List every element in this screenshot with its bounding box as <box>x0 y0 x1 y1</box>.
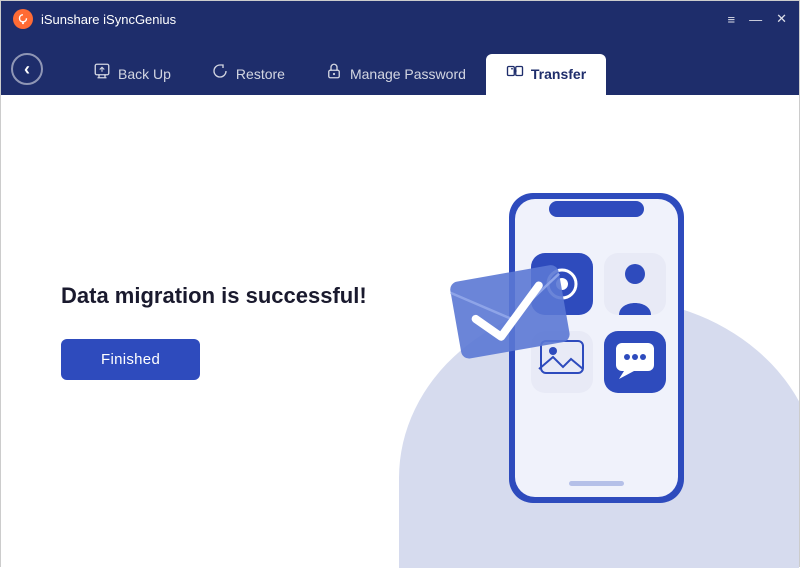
tab-transfer[interactable]: Transfer <box>486 54 606 95</box>
back-arrow-icon: ‹ <box>24 59 30 80</box>
title-bar: iSunshare iSyncGenius ≡ — ✕ <box>1 1 799 37</box>
restore-icon <box>211 62 229 85</box>
tab-restore[interactable]: Restore <box>191 54 305 95</box>
title-bar-controls: ≡ — ✕ <box>728 11 788 27</box>
tab-manage-password-label: Manage Password <box>350 66 466 82</box>
transfer-icon <box>506 62 524 85</box>
left-section: Data migration is successful! Finished <box>1 243 427 420</box>
menu-icon[interactable]: ≡ <box>728 12 736 27</box>
minimize-icon[interactable]: — <box>749 12 762 27</box>
tab-restore-label: Restore <box>236 66 285 82</box>
back-button[interactable]: ‹ <box>11 53 43 85</box>
app-title: iSunshare iSyncGenius <box>41 12 176 27</box>
finished-button[interactable]: Finished <box>61 339 200 380</box>
success-message: Data migration is successful! <box>61 283 367 309</box>
phone-svg <box>419 163 739 533</box>
title-bar-left: iSunshare iSyncGenius <box>13 9 176 29</box>
tab-backup[interactable]: Back Up <box>73 54 191 95</box>
close-icon[interactable]: ✕ <box>776 11 787 27</box>
tab-manage-password[interactable]: Manage Password <box>305 54 486 95</box>
nav-bar: ‹ Back Up Restore <box>1 37 799 95</box>
main-content: Data migration is successful! Finished <box>1 95 799 568</box>
app-icon <box>13 9 33 29</box>
tab-transfer-label: Transfer <box>531 66 586 82</box>
lock-icon <box>325 62 343 85</box>
tab-backup-label: Back Up <box>118 66 171 82</box>
backup-icon <box>93 62 111 85</box>
nav-tabs: Back Up Restore Manage Password <box>73 54 789 95</box>
phone-illustration <box>419 163 739 538</box>
